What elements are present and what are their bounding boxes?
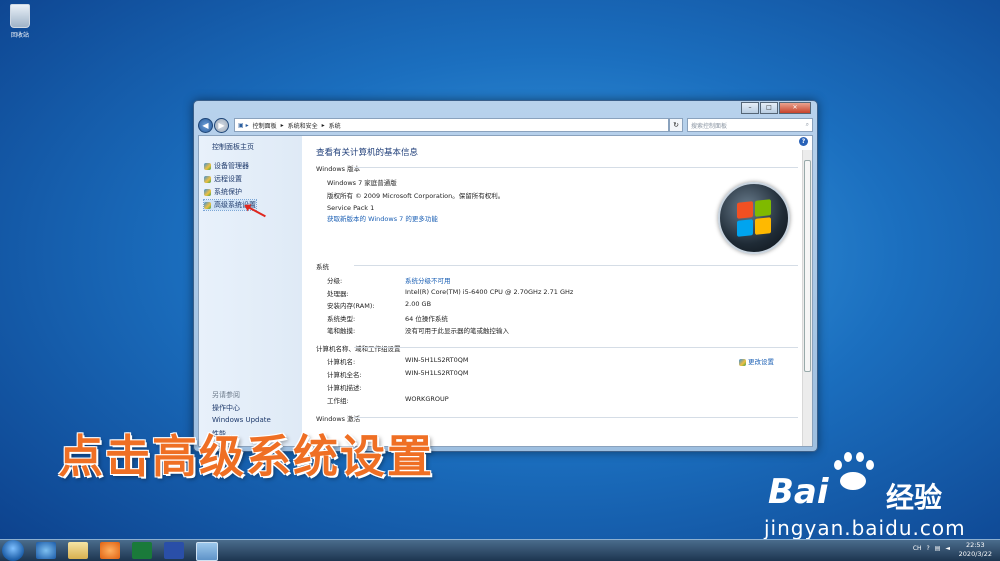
- rating-value-link[interactable]: 系统分级不可用: [405, 275, 451, 285]
- system-heading: 系统: [316, 261, 798, 271]
- vertical-scrollbar[interactable]: [802, 150, 812, 446]
- pen-touch-label: 笔和触摸:: [327, 327, 356, 335]
- language-indicator[interactable]: CH: [913, 545, 922, 552]
- shield-icon: [204, 188, 211, 196]
- see-also-heading: 另请参阅: [212, 391, 240, 399]
- trash-icon: [10, 4, 30, 28]
- system-type-value: 64 位操作系统: [405, 315, 448, 323]
- service-pack: Service Pack 1: [327, 204, 375, 212]
- shield-icon: [204, 162, 211, 170]
- network-app-icon[interactable]: [164, 542, 184, 559]
- system-type-label: 系统类型:: [327, 315, 356, 323]
- processor-label: 处理器:: [327, 290, 349, 298]
- shield-icon: [204, 175, 211, 183]
- remote-settings-link[interactable]: 远程设置: [204, 174, 242, 184]
- window-content: 控制面板主页 设备管理器 远程设置 系统保护 高级系统设置 另请参阅 操作中心 …: [198, 135, 813, 447]
- computer-name-value: WIN-5H1LS2RT0QM: [405, 356, 469, 364]
- device-manager-label: 设备管理器: [214, 162, 249, 170]
- overlay-caption: 点击高级系统设置: [58, 430, 435, 483]
- navigation-bar: ◀ ▶ ▣ ▸ 控制面板 ▸ 系统和安全 ▸ 系统 ↻ 搜索控制面板 ⌕: [198, 117, 813, 133]
- address-bar[interactable]: ▣ ▸ 控制面板 ▸ 系统和安全 ▸ 系统: [234, 118, 669, 132]
- breadcrumb-2[interactable]: 系统: [329, 121, 341, 130]
- help-tray-icon[interactable]: ?: [927, 545, 930, 552]
- recycle-bin-label: 回收站: [10, 32, 29, 39]
- watermark-brand-cn: 经验: [886, 481, 943, 514]
- taskbar: CH ? ▤ ◄ 22:53 2020/3/22: [0, 539, 1000, 561]
- workgroup-value: WORKGROUP: [405, 395, 449, 403]
- shield-icon: [204, 201, 211, 209]
- control-panel-taskbar-icon[interactable]: [196, 542, 218, 561]
- more-features-link[interactable]: 获取新版本的 Windows 7 的更多功能: [327, 213, 438, 223]
- watermark-url: jingyan.baidu.com: [764, 516, 966, 540]
- search-icon: ⌕: [805, 121, 809, 128]
- change-settings-label: 更改设置: [748, 358, 774, 366]
- rating-label: 分级:: [327, 277, 343, 285]
- description-label: 计算机描述:: [327, 384, 362, 392]
- ram-label: 安装内存(RAM):: [327, 302, 375, 310]
- clock-date: 2020/3/22: [958, 550, 992, 558]
- system-protection-label: 系统保护: [214, 188, 242, 196]
- iqiyi-icon[interactable]: [132, 542, 152, 559]
- processor-value: Intel(R) Core(TM) i5-6400 CPU @ 2.70GHz …: [405, 288, 574, 296]
- minimize-button[interactable]: –: [741, 102, 759, 114]
- clock-time: 22:53: [965, 541, 985, 549]
- scrollbar-thumb[interactable]: [804, 160, 811, 372]
- maximize-button[interactable]: □: [760, 102, 778, 114]
- action-center-link[interactable]: 操作中心: [212, 403, 240, 413]
- breadcrumb-sep-icon: ▸: [321, 121, 325, 129]
- breadcrumb-sep-icon: ▸: [280, 121, 284, 129]
- clock[interactable]: 22:53 2020/3/22: [959, 541, 992, 559]
- help-icon[interactable]: ?: [799, 137, 808, 146]
- change-settings-link[interactable]: 更改设置: [739, 356, 774, 366]
- system-window: – □ ✕ ◀ ▶ ▣ ▸ 控制面板 ▸ 系统和安全 ▸ 系统 ↻ 搜索控制面板…: [193, 100, 818, 452]
- breadcrumb-0[interactable]: 控制面板: [253, 121, 277, 130]
- search-input[interactable]: 搜索控制面板 ⌕: [687, 118, 813, 132]
- copyright-text: 版权所有 © 2009 Microsoft Corporation。保留所有权利…: [327, 192, 505, 200]
- back-button[interactable]: ◀: [198, 117, 213, 133]
- ram-value: 2.00 GB: [405, 300, 432, 308]
- close-button[interactable]: ✕: [779, 102, 811, 114]
- system-tray: CH ? ▤ ◄: [913, 545, 950, 552]
- shield-icon: [739, 358, 746, 366]
- media-player-icon[interactable]: [100, 542, 120, 559]
- network-icon[interactable]: ▤: [935, 545, 941, 552]
- forward-button[interactable]: ▶: [214, 117, 229, 133]
- recycle-bin-icon[interactable]: 回收站: [6, 4, 34, 39]
- ie-icon[interactable]: [36, 542, 56, 559]
- device-manager-link[interactable]: 设备管理器: [204, 161, 249, 171]
- control-panel-home-link[interactable]: 控制面板主页: [212, 142, 254, 152]
- control-panel-icon: ▣ ▸: [238, 121, 249, 129]
- edition-name: Windows 7 家庭普通版: [327, 179, 397, 187]
- computer-name-heading: 计算机名称、域和工作组设置: [316, 343, 798, 353]
- full-name-value: WIN-5H1LS2RT0QM: [405, 369, 469, 377]
- start-button[interactable]: [2, 540, 24, 561]
- watermark-brand: Bai: [768, 472, 829, 512]
- explorer-icon[interactable]: [68, 542, 88, 559]
- search-placeholder: 搜索控制面板: [691, 122, 728, 130]
- left-pane: 控制面板主页 设备管理器 远程设置 系统保护 高级系统设置 另请参阅 操作中心 …: [199, 136, 302, 446]
- system-protection-link[interactable]: 系统保护: [204, 187, 242, 197]
- window-controls: – □ ✕: [740, 102, 811, 114]
- computer-name-label: 计算机名:: [327, 358, 356, 366]
- pen-touch-value: 没有可用于此显示器的笔或触控输入: [405, 327, 509, 335]
- refresh-button[interactable]: ↻: [669, 118, 683, 132]
- remote-settings-label: 远程设置: [214, 175, 242, 183]
- baidu-watermark: Bai 经验 jingyan.baidu.com: [760, 452, 990, 542]
- page-title: 查看有关计算机的基本信息: [316, 148, 419, 158]
- windows-logo-icon: [718, 182, 790, 254]
- volume-icon[interactable]: ◄: [945, 545, 950, 552]
- main-pane: ? 查看有关计算机的基本信息 Windows 版本 Windows 7 家庭普通…: [302, 136, 812, 446]
- breadcrumb-1[interactable]: 系统和安全: [288, 121, 318, 130]
- edition-heading: Windows 版本: [316, 163, 798, 173]
- paw-icon: [830, 452, 874, 492]
- full-name-label: 计算机全名:: [327, 371, 362, 379]
- workgroup-label: 工作组:: [327, 397, 349, 405]
